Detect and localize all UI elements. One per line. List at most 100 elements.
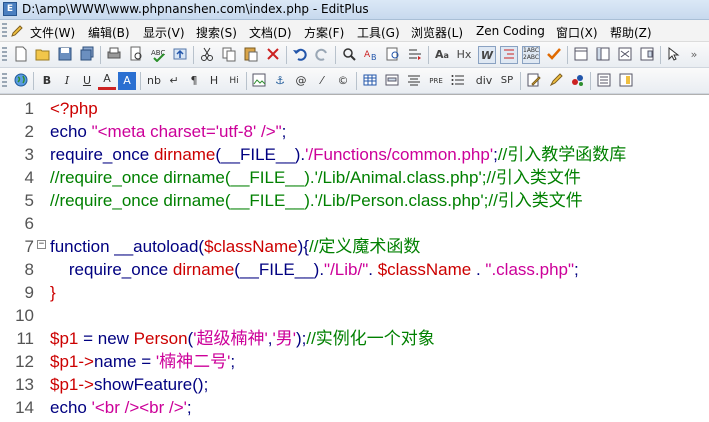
toolbar-separator: [356, 72, 357, 90]
code-token: ;: [281, 122, 287, 141]
code-line[interactable]: }: [50, 281, 56, 304]
menu-document[interactable]: 文档(D): [249, 24, 292, 41]
spellcheck-icon[interactable]: ABC: [149, 46, 167, 64]
code-line[interactable]: <?php: [50, 97, 98, 120]
code-token: $p1: [50, 352, 79, 371]
menu-search[interactable]: 搜索(S): [196, 24, 237, 41]
font-color-icon[interactable]: A: [98, 72, 116, 90]
code-token: require_once: [50, 145, 154, 164]
fold-collapse-icon[interactable]: −: [37, 240, 46, 249]
email-icon[interactable]: @: [292, 72, 310, 90]
word-wrap-icon[interactable]: W: [478, 46, 496, 64]
image-icon[interactable]: [250, 72, 268, 90]
checkmark-icon[interactable]: [545, 46, 563, 64]
print-icon[interactable]: [105, 46, 123, 64]
menu-tools[interactable]: 工具(G): [357, 24, 400, 41]
cut-icon[interactable]: [198, 46, 216, 64]
code-line[interactable]: require_once dirname(__FILE__)."/Lib/". …: [50, 258, 579, 281]
menu-view[interactable]: 显示(V): [143, 24, 185, 41]
toolbar-grip-handle[interactable]: [2, 47, 7, 63]
code-line[interactable]: $p1->showFeature();: [50, 373, 208, 396]
code-line[interactable]: echo "<meta charset='utf-8' />";: [50, 120, 286, 143]
save-icon[interactable]: [56, 46, 74, 64]
center-align-icon[interactable]: [405, 72, 423, 90]
menu-zen-coding[interactable]: Zen Coding: [476, 24, 545, 38]
menu-window[interactable]: 窗口(X): [556, 24, 598, 41]
replace-icon[interactable]: AB: [362, 46, 380, 64]
print-preview-icon[interactable]: [127, 46, 145, 64]
cliptext-icon[interactable]: [594, 46, 612, 64]
new-file-icon[interactable]: [12, 46, 30, 64]
globe-icon[interactable]: [12, 72, 30, 90]
outline-icon[interactable]: [500, 46, 518, 64]
document-list-icon[interactable]: [595, 72, 613, 90]
delete-icon[interactable]: [264, 46, 282, 64]
code-line[interactable]: //require_once dirname(__FILE__).'/Lib/P…: [50, 189, 583, 212]
underline-icon[interactable]: U: [78, 72, 96, 90]
toolbar-overflow-icon[interactable]: »: [688, 46, 700, 64]
code-line[interactable]: echo '<br /><br />';: [50, 396, 192, 419]
menu-file[interactable]: 文件(W): [30, 24, 75, 41]
code-token: ;: [574, 260, 579, 279]
paste-icon[interactable]: [242, 46, 260, 64]
font-icon[interactable]: Aa: [433, 46, 451, 64]
line-number: 5: [24, 191, 34, 210]
edit-tool-icon[interactable]: [525, 72, 543, 90]
goto-icon[interactable]: [406, 46, 424, 64]
undo-icon[interactable]: [291, 46, 309, 64]
italic-icon[interactable]: I: [58, 72, 76, 90]
menu-help[interactable]: 帮助(Z): [610, 24, 652, 41]
code-token: echo: [50, 122, 92, 141]
ftp-upload-icon[interactable]: [171, 46, 189, 64]
anchor-icon[interactable]: ⚓: [271, 72, 289, 90]
code-line[interactable]: function __autoload($className){//定义魔术函数: [50, 235, 420, 258]
line-number: 1: [24, 99, 34, 118]
menu-browser[interactable]: 浏览器(L): [411, 24, 463, 41]
heading-icon[interactable]: Hi: [225, 72, 243, 90]
panel-icon[interactable]: [617, 72, 635, 90]
list-icon[interactable]: [449, 72, 467, 90]
copyright-icon[interactable]: ©: [334, 72, 352, 90]
line-number: 10: [15, 306, 34, 325]
hex-icon[interactable]: Hx: [455, 46, 473, 64]
code-line[interactable]: $p1 = new Person('超级楠神','男');//实例化一个对象: [50, 327, 435, 350]
copy-icon[interactable]: [220, 46, 238, 64]
line-number: 8: [24, 260, 34, 279]
comment-icon[interactable]: ⁄: [313, 72, 331, 90]
menu-edit[interactable]: 编辑(B): [88, 24, 130, 41]
color-picker-icon[interactable]: [569, 72, 587, 90]
find-in-files-icon[interactable]: [384, 46, 402, 64]
menubar-grip-handle[interactable]: [2, 23, 7, 39]
bold-icon[interactable]: B: [38, 72, 56, 90]
table-icon[interactable]: [361, 72, 379, 90]
paragraph-icon[interactable]: ¶: [185, 72, 203, 90]
open-file-icon[interactable]: [34, 46, 52, 64]
directory-window-icon[interactable]: [638, 46, 656, 64]
document-selector-icon[interactable]: [572, 46, 590, 64]
code-line[interactable]: $p1->name = '楠神二号';: [50, 350, 235, 373]
line-break-icon[interactable]: ↵: [165, 72, 183, 90]
toolbar-separator: [33, 72, 34, 90]
toolbar-separator: [193, 46, 194, 64]
find-icon[interactable]: [340, 46, 358, 64]
div-icon[interactable]: div: [473, 72, 495, 90]
span-icon[interactable]: SP: [497, 72, 517, 90]
pen-tool-icon[interactable]: [547, 72, 565, 90]
code-line[interactable]: require_once dirname(__FILE__).'/Functio…: [50, 143, 626, 166]
menu-project[interactable]: 方案(F): [304, 24, 344, 41]
toolbar-grip-handle[interactable]: [2, 73, 7, 89]
nbsp-icon[interactable]: nb: [145, 72, 163, 90]
code-editor[interactable]: 1 2 3 4 5 6 7 8 9 10 11 12 13 14 − <?php echo "<meta c…: [0, 94, 709, 422]
form-icon[interactable]: [383, 72, 401, 90]
code-line[interactable]: //require_once dirname(__FILE__).'/Lib/A…: [50, 166, 581, 189]
svg-text:B: B: [371, 53, 377, 62]
redo-icon[interactable]: [313, 46, 331, 64]
html-toolbar: B I U A A nb ↵ ¶ H Hi ⚓ @ ⁄ © PRE div SP: [0, 68, 709, 94]
cursor-tool-icon[interactable]: [665, 46, 683, 64]
column-select-icon[interactable]: 1ABC 2ABC: [522, 46, 540, 64]
output-window-icon[interactable]: [616, 46, 634, 64]
highlight-icon[interactable]: A: [118, 72, 136, 90]
pre-icon[interactable]: PRE: [427, 72, 445, 90]
save-all-icon[interactable]: [78, 46, 96, 64]
horizontal-rule-icon[interactable]: H: [205, 72, 223, 90]
